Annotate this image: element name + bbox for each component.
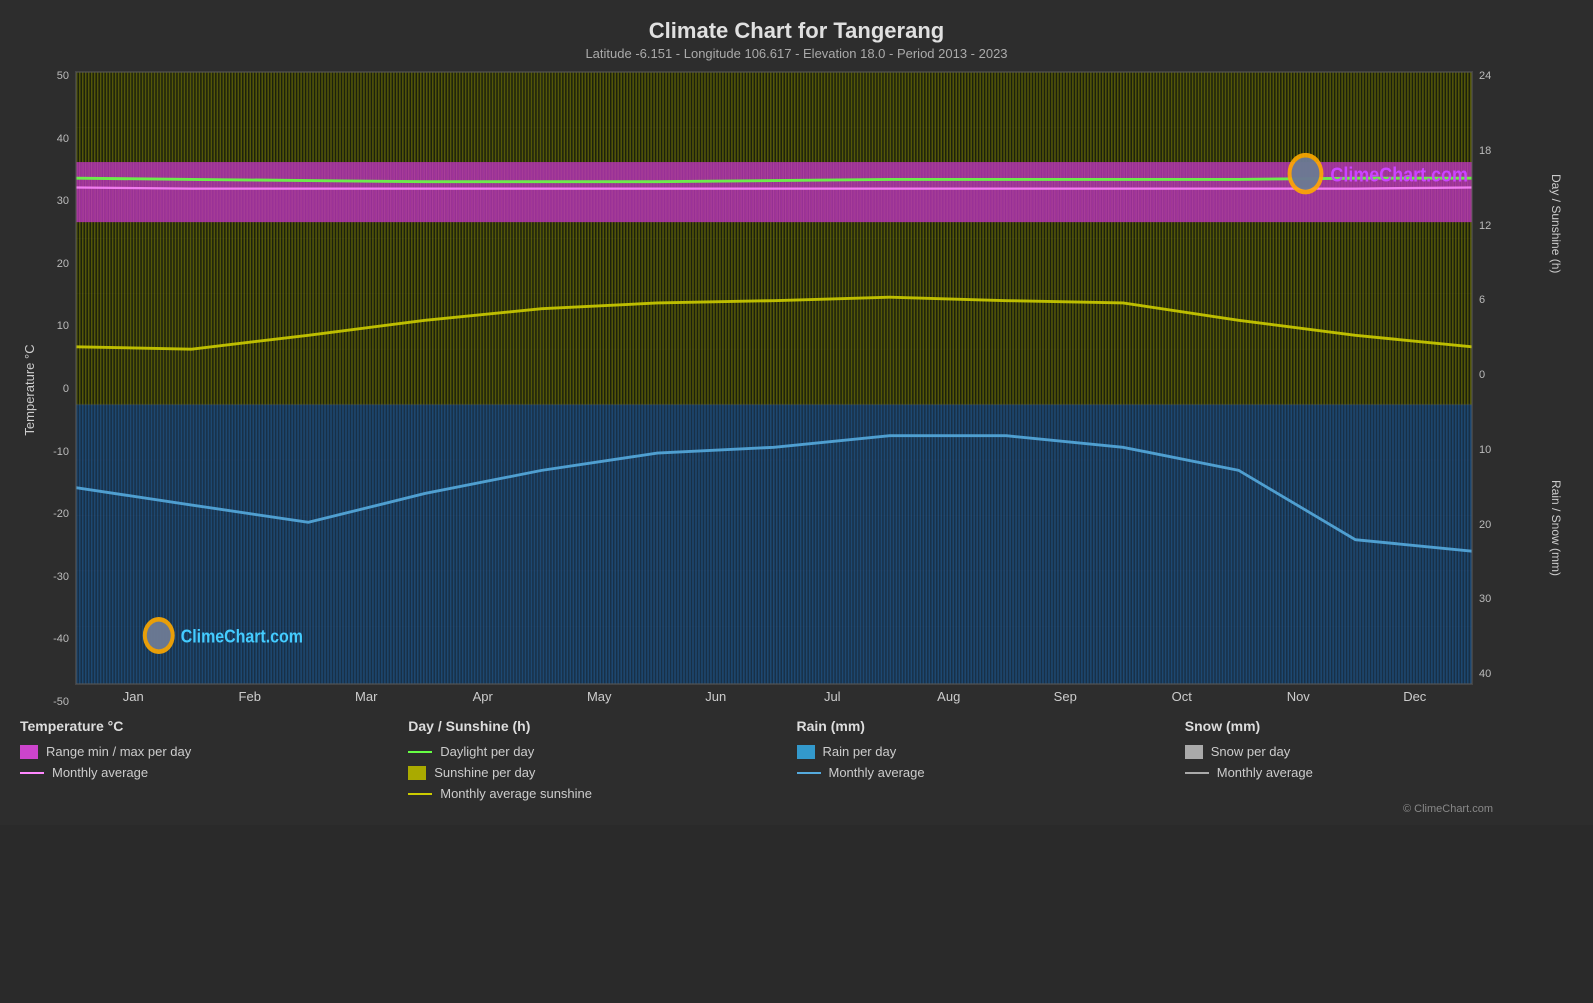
legend-daylight: Daylight per day [408,744,796,759]
tick-n40: -40 [53,634,69,645]
legend-sunshine-avg: Monthly average sunshine [408,786,796,801]
right-tick-rain30: 30 [1479,594,1508,605]
tick-20: 20 [57,259,69,270]
legend-temp-avg: Monthly average [20,765,408,780]
chart-middle: ClimeChart.com ClimeChart.com Jan Feb Ma… [75,71,1473,708]
month-jun: Jun [658,689,775,704]
tick-30: 30 [57,196,69,207]
chart-area: Temperature °C 50 40 30 20 10 0 -10 -20 … [20,71,1573,708]
left-axis: Temperature °C 50 40 30 20 10 0 -10 -20 … [20,71,75,708]
legend-sunshine-box: Sunshine per day [408,765,796,780]
month-apr: Apr [425,689,542,704]
legend-temp-avg-text: Monthly average [52,765,148,780]
chart-svg-container: ClimeChart.com ClimeChart.com [75,71,1473,685]
right-tick-rain20: 20 [1479,520,1508,531]
legend-sunshine-avg-text: Monthly average sunshine [440,786,592,801]
legend-rain-avg-line [797,772,821,774]
right-axis-labels: Day / Sunshine (h) Rain / Snow (mm) [1508,71,1563,680]
right-tick-0: 0 [1479,370,1508,381]
month-feb: Feb [192,689,309,704]
tick-n20: -20 [53,509,69,520]
tick-40: 40 [57,134,69,145]
legend-snow: Snow (mm) Snow per day Monthly average [1185,718,1573,801]
month-aug: Aug [891,689,1008,704]
month-sep: Sep [1007,689,1124,704]
legend-temp-range-text: Range min / max per day [46,744,191,759]
legend-snow-box: Snow per day [1185,744,1573,759]
right-axis: 24 18 12 6 0 10 20 30 40 Day / Sunshine … [1473,71,1573,708]
svg-text:ClimeChart.com: ClimeChart.com [181,625,303,646]
legend-temp-avg-line [20,772,44,774]
legend-snow-title: Snow (mm) [1185,718,1573,734]
legend-temperature: Temperature °C Range min / max per day M… [20,718,408,801]
right-tick-6: 6 [1479,295,1508,306]
right-tick-rain40: 40 [1479,669,1508,680]
subtitle: Latitude -6.151 - Longitude 106.617 - El… [20,46,1573,61]
month-jan: Jan [75,689,192,704]
legend-sunshine-color [408,766,426,780]
legend-temp-range-color [20,745,38,759]
month-may: May [541,689,658,704]
right-label-sunshine: Day / Sunshine (h) [1508,71,1563,376]
legend-sunshine: Day / Sunshine (h) Daylight per day Suns… [408,718,796,801]
legend-snow-avg-line [1185,772,1209,774]
month-nov: Nov [1240,689,1357,704]
month-dec: Dec [1357,689,1474,704]
legend-daylight-text: Daylight per day [440,744,534,759]
right-ticks-sunshine: 24 18 12 6 0 10 20 30 40 [1473,71,1508,680]
main-title: Climate Chart for Tangerang [20,18,1573,44]
legend-snow-avg: Monthly average [1185,765,1573,780]
chart-svg: ClimeChart.com ClimeChart.com [76,72,1472,684]
main-container: Climate Chart for Tangerang Latitude -6.… [0,0,1593,825]
tick-n10: -10 [53,447,69,458]
legend-temp-range: Range min / max per day [20,744,408,759]
tick-n30: -30 [53,572,69,583]
legend-section: Temperature °C Range min / max per day M… [20,708,1573,801]
right-tick-18: 18 [1479,146,1508,157]
legend-snow-color [1185,745,1203,759]
right-label-rain: Rain / Snow (mm) [1508,376,1563,681]
month-oct: Oct [1124,689,1241,704]
left-axis-label: Temperature °C [22,344,37,435]
tick-50: 50 [57,71,69,82]
right-tick-rain10: 10 [1479,445,1508,456]
legend-sunshine-title: Day / Sunshine (h) [408,718,796,734]
copyright: © ClimeChart.com [20,803,1573,815]
title-section: Climate Chart for Tangerang Latitude -6.… [20,10,1573,65]
legend-rain-avg-text: Monthly average [829,765,925,780]
legend-rain-box-text: Rain per day [823,744,897,759]
legend-rain-box: Rain per day [797,744,1185,759]
right-tick-24: 24 [1479,71,1508,82]
tick-n50: -50 [53,697,69,708]
legend-temp-title: Temperature °C [20,718,408,734]
right-tick-12: 12 [1479,221,1508,232]
legend-sunshine-avg-line [408,793,432,795]
legend-snow-box-text: Snow per day [1211,744,1291,759]
month-mar: Mar [308,689,425,704]
tick-10: 10 [57,321,69,332]
tick-0: 0 [63,384,69,395]
legend-daylight-line [408,751,432,753]
legend-rain-color [797,745,815,759]
legend-sunshine-box-text: Sunshine per day [434,765,535,780]
svg-text:ClimeChart.com: ClimeChart.com [1330,164,1468,188]
month-labels: Jan Feb Mar Apr May Jun Jul Aug Sep Oct … [75,685,1473,708]
legend-rain-title: Rain (mm) [797,718,1185,734]
month-jul: Jul [774,689,891,704]
legend-rain: Rain (mm) Rain per day Monthly average [797,718,1185,801]
legend-snow-avg-text: Monthly average [1217,765,1313,780]
legend-rain-avg: Monthly average [797,765,1185,780]
